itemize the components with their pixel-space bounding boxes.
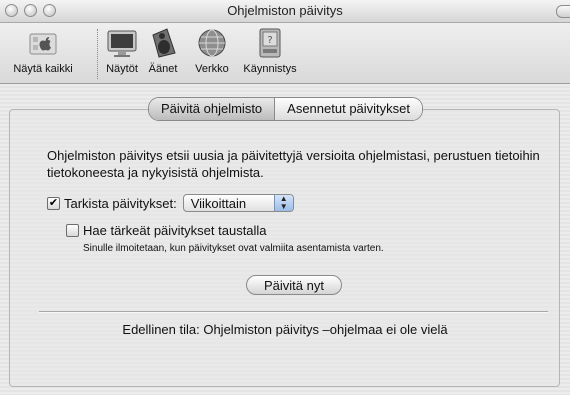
hard-disk-icon: ? <box>259 28 281 58</box>
toolbar-item-displays[interactable]: Näytöt <box>103 25 141 75</box>
background-download-checkbox[interactable] <box>66 224 79 237</box>
toolbar-label-startup: Käynnistys <box>243 63 297 75</box>
toolbar-label-sound: Äänet <box>148 63 178 75</box>
status-text: Edellinen tila: Ohjelmiston päivitys –oh… <box>122 322 448 337</box>
toolbar-separator <box>97 29 98 79</box>
frequency-select[interactable]: Viikoittain ▲ ▼ <box>182 194 294 212</box>
apple-grid-icon <box>29 33 57 55</box>
toolbar-toggle-button[interactable] <box>556 5 570 18</box>
show-all-label: Näytä kaikki <box>13 63 73 75</box>
window-title: Ohjelmiston päivitys <box>227 3 343 18</box>
tab-update-software[interactable]: Päivitä ohjelmisto <box>149 98 276 120</box>
background-download-row: Hae tärkeät päivitykset taustalla <box>66 223 267 238</box>
description-text: Ohjelmiston päivitys etsii uusia ja päiv… <box>47 148 540 180</box>
check-updates-checkbox[interactable]: ✔ <box>47 196 60 210</box>
title-bar: Ohjelmiston päivitys <box>0 0 570 23</box>
check-updates-label: Tarkista päivitykset: <box>64 195 177 211</box>
toolbar-label-displays: Näytöt <box>106 63 138 75</box>
toolbar-item-sound[interactable]: Äänet <box>144 25 182 75</box>
divider <box>39 311 548 313</box>
tab-installed-updates[interactable]: Asennetut päivitykset <box>275 98 423 120</box>
toolbar-item-startup[interactable]: ? Käynnistys <box>238 25 302 75</box>
show-all-button[interactable]: Näytä kaikki <box>4 25 82 75</box>
select-arrows-icon: ▲ ▼ <box>273 195 293 211</box>
update-now-button[interactable]: Päivitä nyt <box>246 275 342 295</box>
speaker-icon <box>152 28 176 58</box>
toolbar-label-network: Verkko <box>195 63 229 75</box>
globe-icon <box>198 29 226 57</box>
check-updates-row: ✔ Tarkista päivitykset: Viikoittain ▲ ▼ <box>47 194 294 212</box>
background-download-note: Sinulle ilmoitetaan, kun päivitykset ova… <box>83 243 384 254</box>
toolbar: Näytä kaikki Näytöt Äänet Verkko ? Käynn… <box>0 23 570 84</box>
toolbar-item-network[interactable]: Verkko <box>188 25 236 75</box>
software-update-window: Ohjelmiston päivitys Näytä kaikki Näytöt <box>0 0 570 395</box>
svg-text:?: ? <box>267 35 272 46</box>
frequency-value: Viikoittain <box>190 196 247 211</box>
tab-bar: Päivitä ohjelmisto Asennetut päivitykset <box>148 97 424 121</box>
background-download-label: Hae tärkeät päivitykset taustalla <box>83 223 267 238</box>
display-icon <box>107 30 137 57</box>
preferences-pane: Päivitä ohjelmisto Asennetut päivitykset… <box>0 84 570 395</box>
